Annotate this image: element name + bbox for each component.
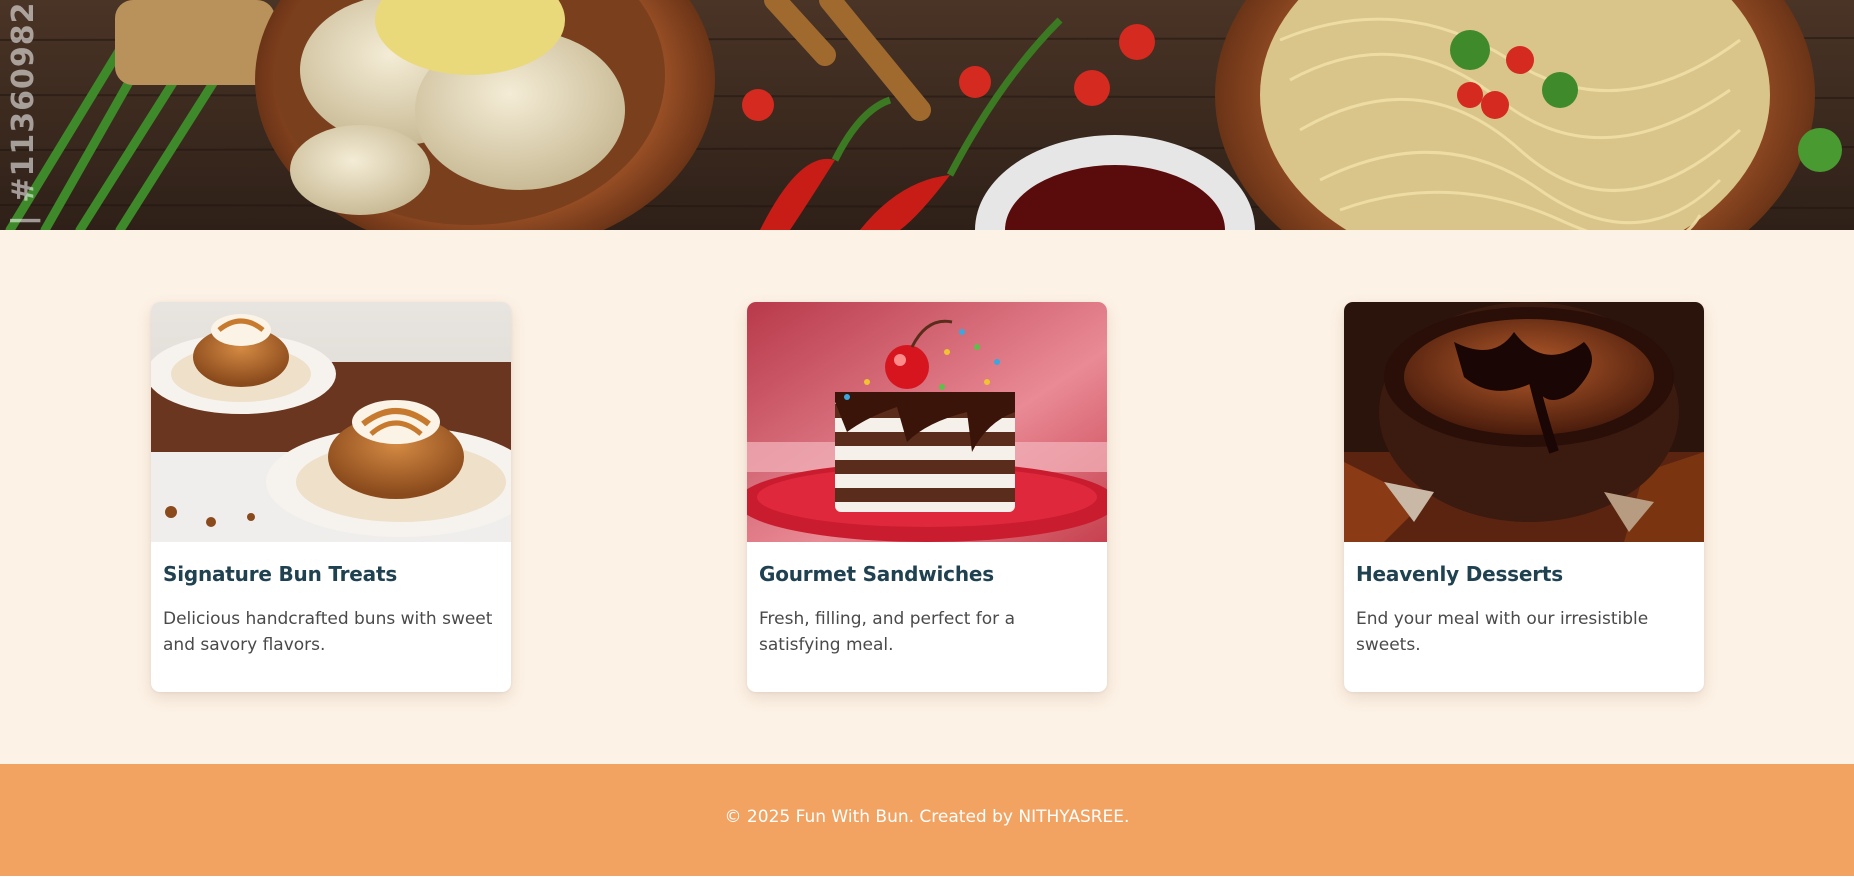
card-description: End your meal with our irresistible swee… [1356, 609, 1649, 655]
feature-card-bun-treats[interactable]: Signature Bun Treats Delicious handcraft… [151, 302, 511, 692]
feature-card-gourmet-sandwiches[interactable]: Gourmet Sandwiches Fresh, filling, and p… [747, 302, 1107, 692]
card-description: Fresh, filling, and perfect for a satisf… [759, 609, 1015, 655]
site-footer: © 2025 Fun With Bun. Created by NITHYASR… [0, 764, 1854, 876]
bun-treats-image [151, 302, 511, 542]
card-description: Delicious handcrafted buns with sweet an… [163, 609, 493, 655]
features-section: Signature Bun Treats Delicious handcraft… [0, 230, 1854, 764]
heavenly-desserts-image [1344, 302, 1704, 542]
card-title: Heavenly Desserts [1356, 562, 1563, 586]
hero-food-image [0, 0, 1854, 230]
stock-watermark: | #1136098230 [6, 4, 41, 226]
footer-copyright: © 2025 Fun With Bun. Created by NITHYASR… [724, 807, 1130, 827]
card-title: Gourmet Sandwiches [759, 562, 994, 586]
feature-card-heavenly-desserts[interactable]: Heavenly Desserts End your meal with our… [1344, 302, 1704, 692]
hero-banner: | #1136098230 [0, 0, 1854, 230]
page: | #1136098230 Signature Bun Treats Delic… [0, 0, 1854, 877]
card-title: Signature Bun Treats [163, 562, 398, 586]
gourmet-sandwiches-image [747, 302, 1107, 542]
